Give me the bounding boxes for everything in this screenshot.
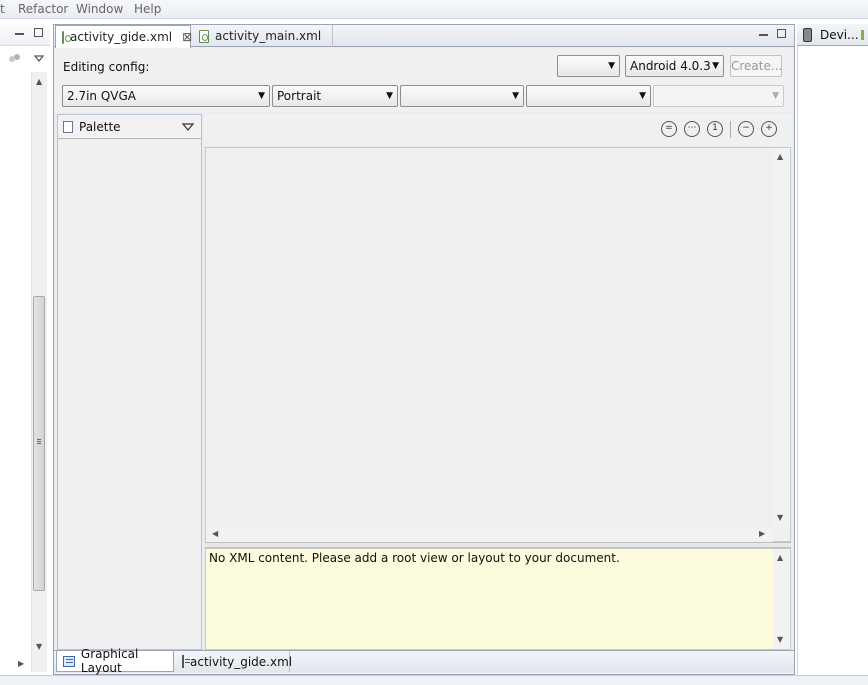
palette-icon xyxy=(63,121,73,133)
palette-title: Palette xyxy=(79,120,121,134)
tab-label: activity_gide.xml xyxy=(190,654,293,669)
editing-config-label: Editing config: xyxy=(63,60,150,74)
chevron-down-icon: ▼ xyxy=(712,61,719,71)
scroll-down-arrow-icon[interactable]: ▼ xyxy=(777,636,783,644)
layout-canvas[interactable] xyxy=(205,147,791,542)
editor-tab-bar: activity_gide.xml ⊠ activity_main.xml xyxy=(54,25,794,48)
activity-dropdown[interactable]: ▼ xyxy=(526,85,651,107)
view-menu-icon[interactable] xyxy=(33,52,45,62)
api-level-dropdown[interactable]: Android 4.0.3 ▼ xyxy=(625,55,724,77)
xml-source-icon xyxy=(182,655,190,668)
orientation-dropdown[interactable]: Portrait ▼ xyxy=(272,85,398,107)
error-message: No XML content. Please add a root view o… xyxy=(209,551,620,565)
scroll-down-arrow-icon[interactable]: ▼ xyxy=(36,643,42,651)
minimize-icon[interactable] xyxy=(15,33,24,35)
chevron-down-icon: ▼ xyxy=(772,91,779,101)
extra-config-dropdown: ▼ xyxy=(653,85,784,107)
device-phone-icon xyxy=(803,28,812,42)
left-view-toolbar xyxy=(0,24,50,46)
zoom-out-icon[interactable]: − xyxy=(738,121,754,137)
maximize-icon[interactable] xyxy=(777,29,786,38)
palette-panel xyxy=(57,114,202,650)
error-vertical-scrollbar[interactable]: ▲ ▼ xyxy=(773,549,790,649)
status-bar xyxy=(0,675,868,685)
tab-activity-gide[interactable]: activity_gide.xml ⊠ xyxy=(55,25,192,48)
device-dropdown[interactable]: 2.7in QVGA ▼ xyxy=(62,85,270,107)
api-level-value: Android 4.0.3 xyxy=(630,59,711,73)
tab-activity-main[interactable]: activity_main.xml xyxy=(193,25,333,47)
canvas-horizontal-scrollbar[interactable]: ◀ ▶ xyxy=(206,527,773,542)
chevron-down-icon: ▼ xyxy=(639,91,646,101)
canvas-toolbar xyxy=(204,114,792,146)
menubar: t Refactor Window Help xyxy=(0,0,868,19)
scroll-right-arrow-icon[interactable]: ▶ xyxy=(18,660,24,668)
menu-item-refactor[interactable]: Refactor xyxy=(18,2,68,16)
scroll-down-arrow-icon[interactable]: ▼ xyxy=(777,514,783,522)
canvas-vertical-scrollbar[interactable]: ▲ ▼ xyxy=(773,148,790,528)
scroll-up-arrow-icon[interactable]: ▲ xyxy=(777,554,783,562)
right-view-panel xyxy=(797,24,868,675)
tab-xml-source[interactable]: activity_gide.xml xyxy=(176,651,293,672)
menu-item-help[interactable]: Help xyxy=(134,2,161,16)
create-config-button[interactable]: Create... xyxy=(730,55,782,77)
graphical-layout-icon xyxy=(63,655,75,667)
collapse-all-icon[interactable] xyxy=(8,52,22,64)
palette-menu-icon[interactable] xyxy=(181,121,195,135)
scroll-up-arrow-icon[interactable]: ▲ xyxy=(777,153,783,161)
maximize-icon[interactable] xyxy=(34,28,43,37)
tab-graphical-layout[interactable]: Graphical Layout xyxy=(56,647,174,675)
xml-file-icon xyxy=(199,29,209,43)
palette-header[interactable]: Palette xyxy=(58,115,201,139)
menu-item-window[interactable]: Window xyxy=(76,2,123,16)
close-tab-icon[interactable]: ⊠ xyxy=(182,30,192,44)
tab-label: activity_main.xml xyxy=(215,29,322,43)
theme-dropdown[interactable]: ▼ xyxy=(400,85,524,107)
orientation-value: Portrait xyxy=(277,89,322,103)
scroll-right-arrow-icon[interactable]: ▶ xyxy=(759,530,765,538)
menu-item-file-partial[interactable]: t xyxy=(0,2,5,16)
chevron-down-icon: ▼ xyxy=(258,91,265,101)
devices-view-title: Devi... xyxy=(820,28,859,42)
xml-file-icon xyxy=(62,30,71,44)
status-indicator-icon xyxy=(861,30,864,40)
tab-label: Graphical Layout xyxy=(80,647,139,675)
devices-view-tab[interactable]: Devi... xyxy=(797,24,868,46)
chevron-down-icon: ▼ xyxy=(512,91,519,101)
scroll-left-arrow-icon[interactable]: ◀ xyxy=(212,530,218,538)
device-value: 2.7in QVGA xyxy=(67,89,136,103)
chevron-down-icon: ▼ xyxy=(608,61,615,71)
zoom-real-size-icon[interactable]: ⋯ xyxy=(684,121,700,137)
toolbar-separator xyxy=(730,121,731,138)
chevron-down-icon: ▼ xyxy=(386,91,393,101)
minimize-icon[interactable] xyxy=(759,34,768,36)
zoom-in-icon[interactable]: + xyxy=(761,121,777,137)
locale-dropdown[interactable]: ▼ xyxy=(557,55,620,77)
scroll-up-arrow-icon[interactable]: ▲ xyxy=(36,78,42,86)
left-scrollbar-thumb[interactable] xyxy=(33,296,45,591)
tab-label: activity_gide.xml xyxy=(70,30,173,44)
editor-mode-tabs: Graphical Layout activity_gide.xml xyxy=(54,647,794,675)
zoom-100-icon[interactable]: 1 xyxy=(707,121,723,137)
zoom-fit-icon[interactable]: = xyxy=(661,121,677,137)
